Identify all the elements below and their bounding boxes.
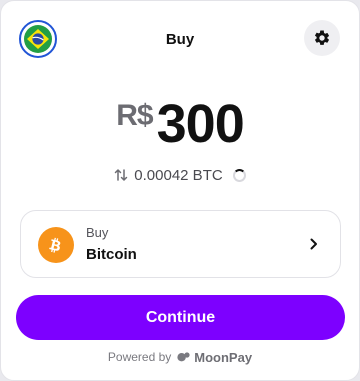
settings-button[interactable] [304, 20, 340, 56]
buy-widget: Buy R$ 300 0.00042 BTC Buy Bitcoin Conti… [0, 0, 360, 381]
moonpay-logo-icon [177, 352, 191, 362]
powered-by: Powered by MoonPay [1, 348, 359, 366]
conversion-quote: 0.00042 BTC [1, 164, 359, 186]
loading-spinner-icon [232, 168, 246, 182]
powered-by-label: Powered by [107, 350, 172, 364]
asset-action-label: Buy [86, 225, 109, 240]
chevron-right-icon [308, 237, 320, 251]
continue-button[interactable]: Continue [16, 295, 345, 340]
bitcoin-icon [38, 227, 74, 263]
amount-value[interactable]: 300 [157, 93, 245, 155]
asset-selector[interactable]: Buy Bitcoin [20, 210, 341, 278]
asset-name: Bitcoin [86, 246, 137, 263]
gear-icon [314, 30, 330, 45]
moonpay-brand[interactable]: MoonPay [194, 350, 252, 365]
swap-arrows-icon[interactable] [114, 168, 128, 182]
header: Buy [1, 19, 359, 59]
amount-input[interactable]: R$ 300 [1, 93, 359, 159]
crypto-amount: 0.00042 BTC [134, 166, 223, 184]
currency-symbol: R$ [116, 99, 153, 132]
